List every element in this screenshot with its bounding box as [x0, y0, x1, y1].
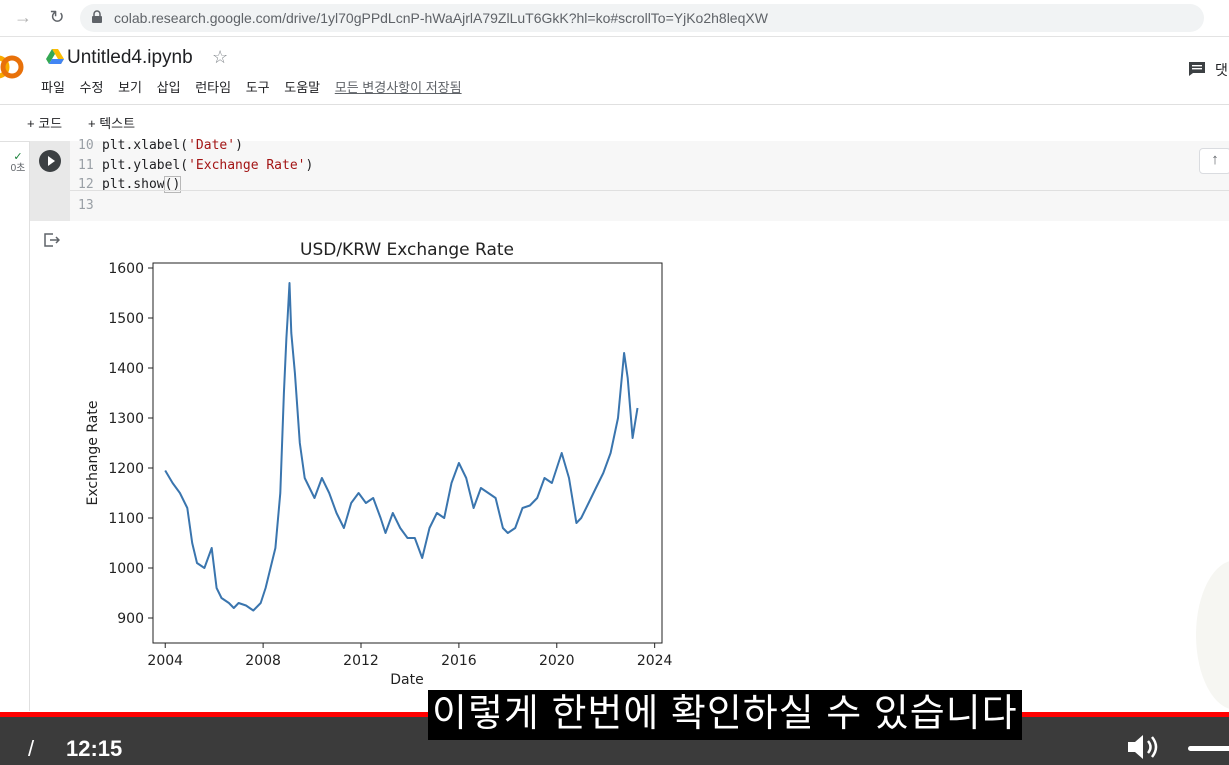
x-tick-label: 2008	[245, 653, 281, 669]
check-icon: ✓	[13, 151, 23, 163]
volume-icon[interactable]	[1126, 732, 1162, 762]
run-cell-button[interactable]	[39, 150, 61, 172]
code-line: 11 plt.ylabel('Exchange Rate')	[78, 157, 314, 173]
x-tick-label: 2012	[343, 653, 379, 669]
add-text-button[interactable]: + 텍스트	[88, 113, 135, 132]
chart-title: USD/KRW Exchange Rate	[300, 240, 514, 260]
browser-toolbar: → ↻ colab.research.google.com/drive/1yl7…	[0, 0, 1229, 37]
video-subtitle: 이렇게 한번에 확인하실 수 있습니다	[428, 690, 1022, 740]
exec-time: 0초	[10, 163, 26, 174]
menu-runtime[interactable]: 런타임	[195, 80, 231, 95]
output-icon[interactable]	[44, 233, 60, 247]
code-cell[interactable]: 10 plt.xlabel('Date') 11 plt.ylabel('Exchan…	[30, 138, 1229, 221]
x-axis-label: Date	[390, 672, 423, 688]
y-tick-label: 1200	[108, 461, 144, 477]
series-line	[164, 282, 639, 612]
cell-status: ✓ 0초	[8, 151, 28, 175]
save-status[interactable]: 모든 변경사항이 저장됨	[335, 80, 462, 95]
menu-insert[interactable]: 삽입	[157, 80, 181, 95]
colab-logo-icon	[0, 55, 24, 79]
menu-view[interactable]: 보기	[118, 80, 142, 95]
drive-icon[interactable]	[46, 49, 64, 65]
notebook-title[interactable]: Untitled4.ipynb	[67, 47, 193, 69]
x-tick-label: 2004	[147, 653, 183, 669]
x-tick-label: 2016	[441, 653, 477, 669]
star-icon[interactable]: ☆	[212, 47, 228, 68]
side-decoration	[1196, 560, 1229, 710]
lock-icon	[92, 10, 102, 23]
plot-area	[152, 262, 663, 644]
y-tick-label: 1500	[108, 311, 144, 327]
code-line: 13	[78, 197, 94, 213]
menu-edit[interactable]: 수정	[80, 80, 104, 95]
menu-tools[interactable]: 도구	[246, 80, 270, 95]
y-axis-label: Exchange Rate	[85, 401, 101, 506]
volume-slider[interactable]	[1188, 746, 1229, 751]
comment-label[interactable]: 댓	[1215, 60, 1228, 80]
cell-left-band	[30, 141, 70, 221]
scroll-up-button[interactable]: ↑	[1199, 148, 1229, 174]
menu-bar: 파일 수정 보기 삽입 런타임 도구 도움말 모든 변경사항이 저장됨	[41, 77, 473, 96]
code-line: 10 plt.xlabel('Date')	[78, 138, 243, 153]
y-tick-label: 1300	[108, 411, 144, 427]
address-bar[interactable]: colab.research.google.com/drive/1yl70gPP…	[80, 4, 1204, 32]
code-line: 12 plt.show()	[78, 176, 182, 193]
y-tick-label: 1400	[108, 361, 144, 377]
reload-icon[interactable]: ↻	[46, 6, 68, 28]
cell-gutter	[29, 141, 30, 711]
time-separator: /	[28, 736, 35, 761]
exchange-rate-chart: USD/KRW Exchange Rate 900 1000 1100 1200 130…	[85, 240, 673, 688]
comment-icon[interactable]	[1188, 61, 1206, 77]
colab-header: Untitled4.ipynb ☆ 파일 수정 보기 삽입 런타임 도구 도움말…	[0, 37, 1229, 103]
y-tick-label: 900	[117, 611, 144, 627]
y-tick-label: 1600	[108, 261, 144, 277]
back-arrow-icon[interactable]: →	[12, 6, 34, 28]
x-tick-label: 2024	[637, 653, 673, 669]
menu-help[interactable]: 도움말	[284, 80, 320, 95]
x-tick-label: 2020	[539, 653, 575, 669]
y-tick-label: 1100	[108, 511, 144, 527]
y-tick-label: 1000	[108, 561, 144, 577]
code-editor[interactable]: 10 plt.xlabel('Date') 11 plt.ylabel('Exchan…	[78, 136, 313, 215]
time-display: 12:15	[66, 736, 123, 761]
url-text[interactable]: colab.research.google.com/drive/1yl70gPP…	[114, 10, 768, 26]
code-divider	[70, 190, 1229, 191]
add-code-button[interactable]: + 코드	[27, 113, 62, 132]
menu-file[interactable]: 파일	[41, 80, 65, 95]
